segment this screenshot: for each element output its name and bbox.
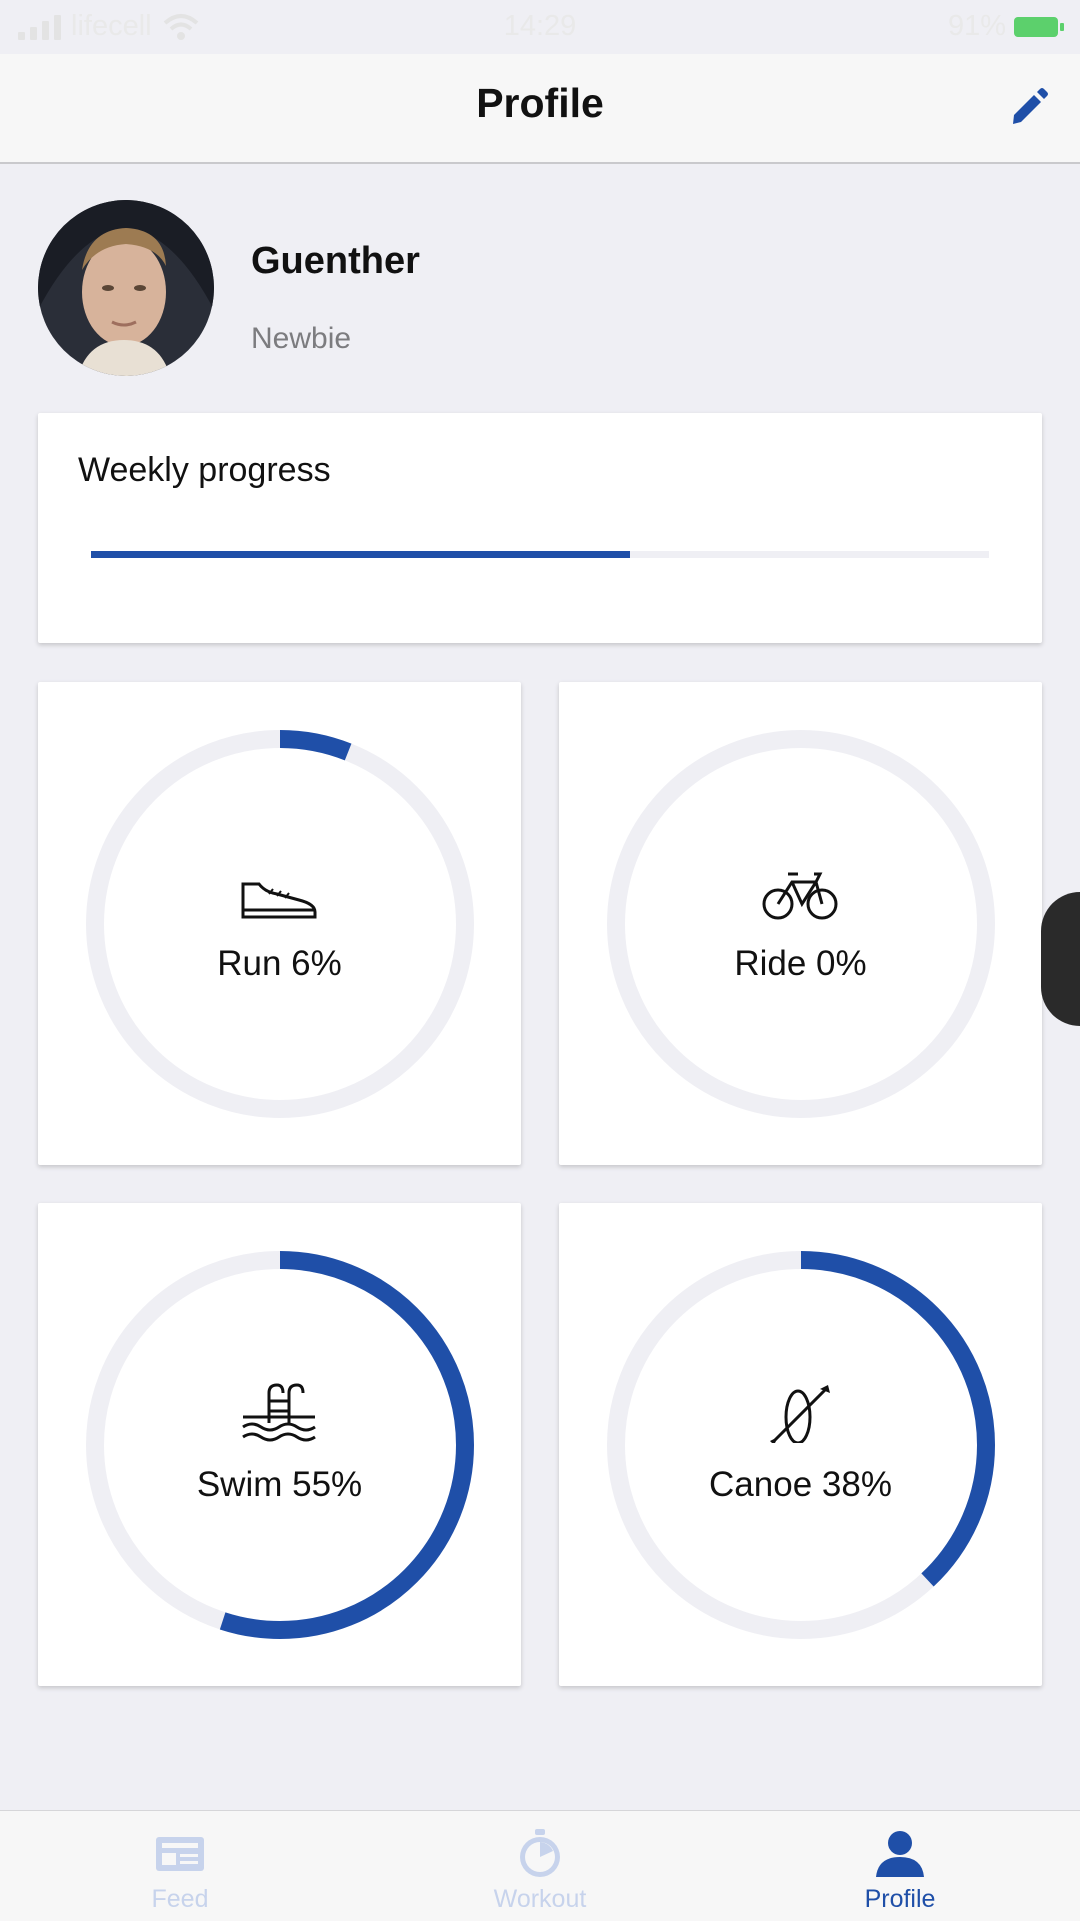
weekly-progress-card: Weekly progress	[38, 413, 1042, 643]
stopwatch-icon	[520, 1829, 560, 1877]
canoe-icon	[770, 1385, 830, 1443]
ride-progress-ring	[607, 730, 995, 1118]
tab-feed[interactable]: Feed	[0, 1811, 360, 1921]
weekly-progress-bar	[91, 551, 989, 558]
battery-icon	[1014, 16, 1064, 37]
bicycle-icon	[762, 872, 838, 920]
canoe-progress-ring	[607, 1251, 995, 1639]
avatar-photo	[38, 200, 214, 376]
page-title: Profile	[476, 80, 604, 126]
navigation-bar: Profile	[0, 54, 1080, 164]
assistive-handle[interactable]	[1041, 892, 1080, 1026]
tab-workout-label: Workout	[493, 1885, 587, 1913]
activity-card-swim[interactable]: Swim 55%	[38, 1203, 521, 1686]
activity-card-canoe[interactable]: Canoe 38%	[559, 1203, 1042, 1686]
canoe-label: Canoe 38%	[709, 1465, 892, 1504]
tab-workout[interactable]: Workout	[360, 1811, 720, 1921]
feed-icon	[156, 1837, 204, 1871]
tab-bar: Feed Workout Profile	[0, 1810, 1080, 1921]
avatar[interactable]	[38, 200, 214, 376]
swim-label: Swim 55%	[196, 1465, 363, 1504]
user-name: Guenther	[251, 240, 420, 282]
weekly-progress-title: Weekly progress	[78, 451, 331, 489]
run-progress-ring	[86, 730, 474, 1118]
tab-profile-label: Profile	[864, 1885, 936, 1913]
status-time: 14:29	[503, 10, 577, 42]
weekly-progress-fill	[91, 551, 630, 558]
tab-profile[interactable]: Profile	[720, 1811, 1080, 1921]
status-right: 91%	[947, 10, 1064, 43]
shoe-icon	[241, 882, 317, 919]
user-level: Newbie	[251, 322, 352, 355]
pool-icon	[242, 1383, 316, 1442]
activity-card-run[interactable]: Run 6%	[38, 682, 521, 1165]
tab-feed-label: Feed	[151, 1885, 209, 1913]
person-icon	[876, 1831, 924, 1877]
swim-progress-ring	[86, 1251, 474, 1639]
ride-label: Ride 0%	[734, 944, 867, 983]
battery-percent: 91%	[947, 10, 1006, 42]
activity-card-ride[interactable]: Ride 0%	[559, 682, 1042, 1165]
status-bar: lifecell 14:29 91%	[0, 0, 1080, 54]
run-label: Run 6%	[217, 944, 342, 983]
pencil-icon[interactable]	[1006, 84, 1052, 130]
